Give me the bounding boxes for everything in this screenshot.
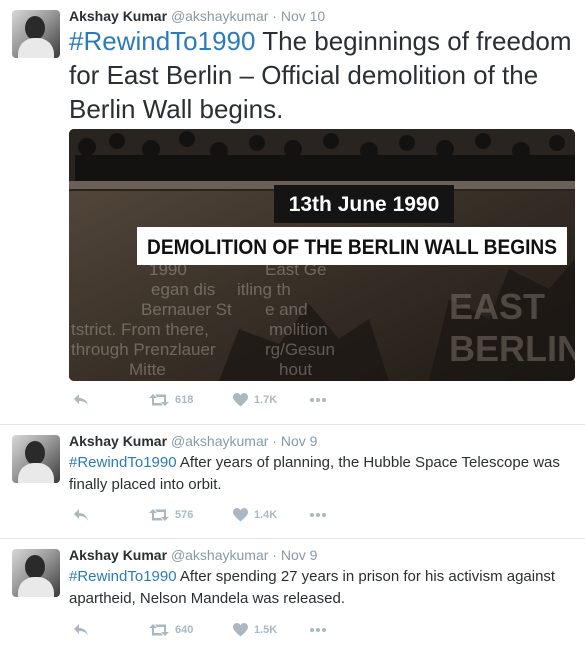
overlay-big-text: EAST xyxy=(449,286,545,327)
overlay-text: itling th xyxy=(237,280,291,299)
tweet-date[interactable]: · Nov 9 xyxy=(272,547,317,563)
berlin-wall-photo: 1990 East Ge egan dis itling th Bernauer… xyxy=(69,129,575,381)
overlay-text: e and xyxy=(265,300,308,319)
like-count: 1.7K xyxy=(254,394,278,406)
tweet-header: Akshay Kumar @akshaykumar · Nov 9 xyxy=(69,547,317,563)
like-count: 1.5K xyxy=(254,624,278,636)
more-button[interactable] xyxy=(309,393,327,407)
hashtag-link[interactable]: #RewindTo1990 xyxy=(69,454,177,471)
overlay-text: egan dis xyxy=(151,280,215,299)
retweet-count: 640 xyxy=(175,624,194,636)
more-icon xyxy=(310,398,326,402)
avatar[interactable] xyxy=(12,435,60,483)
hashtag-link[interactable]: #RewindTo1990 xyxy=(69,568,177,585)
tweet[interactable]: Akshay Kumar @akshaykumar · Nov 9 #Rewin… xyxy=(0,539,585,646)
heart-icon xyxy=(233,393,248,407)
tweet-header: Akshay Kumar @akshaykumar · Nov 9 xyxy=(69,433,317,449)
more-icon xyxy=(310,513,326,517)
tweet[interactable]: Akshay Kumar @akshaykumar · Nov 10 #Rewi… xyxy=(0,0,585,424)
tweet-date[interactable]: · Nov 10 xyxy=(272,8,325,24)
avatar[interactable] xyxy=(12,549,60,597)
overlay-text: Bernauer St xyxy=(141,300,232,319)
reply-icon xyxy=(74,394,88,406)
user-name[interactable]: Akshay Kumar xyxy=(69,433,167,449)
tweet-text: #RewindTo1990 After spending 27 years in… xyxy=(69,566,574,610)
avatar[interactable] xyxy=(12,10,60,58)
like-button[interactable]: 1.5K xyxy=(233,623,277,637)
tweet-image[interactable]: 1990 East Ge egan dis itling th Bernauer… xyxy=(69,129,575,381)
reply-button[interactable] xyxy=(73,508,89,522)
user-name[interactable]: Akshay Kumar xyxy=(69,8,167,24)
image-headline: DEMOLITION OF THE BERLIN WALL BEGINS xyxy=(147,236,557,259)
more-button[interactable] xyxy=(309,623,327,637)
overlay-text: hout xyxy=(279,360,312,379)
retweet-icon xyxy=(149,624,169,636)
more-button[interactable] xyxy=(309,508,327,522)
heart-icon xyxy=(233,623,248,637)
overlay-text: through Prenzlauer xyxy=(71,340,216,359)
image-date-caption: 13th June 1990 xyxy=(289,193,440,216)
tweet-header: Akshay Kumar @akshaykumar · Nov 10 xyxy=(69,8,325,24)
heart-icon xyxy=(233,508,248,522)
retweet-icon xyxy=(149,509,169,521)
retweet-button[interactable]: 640 xyxy=(149,623,193,637)
reply-button[interactable] xyxy=(73,393,89,407)
overlay-text: tstrict. From there, xyxy=(71,320,209,339)
reply-button[interactable] xyxy=(73,623,89,637)
overlay-text: rg/Gesun xyxy=(265,340,335,359)
tweet-text: #RewindTo1990 The beginnings of freedom … xyxy=(69,24,574,126)
user-name[interactable]: Akshay Kumar xyxy=(69,547,167,563)
retweet-icon xyxy=(149,394,169,406)
like-count: 1.4K xyxy=(254,509,278,521)
overlay-text: molition xyxy=(269,320,328,339)
more-icon xyxy=(310,628,326,632)
user-handle[interactable]: @akshaykumar xyxy=(171,433,268,449)
retweet-count: 618 xyxy=(175,394,194,406)
like-button[interactable]: 1.7K xyxy=(233,393,277,407)
hashtag-link[interactable]: #RewindTo1990 xyxy=(69,26,255,56)
retweet-button[interactable]: 618 xyxy=(149,393,193,407)
tweet-date[interactable]: · Nov 9 xyxy=(272,433,317,449)
retweet-button[interactable]: 576 xyxy=(149,508,193,522)
user-handle[interactable]: @akshaykumar xyxy=(171,547,268,563)
user-handle[interactable]: @akshaykumar xyxy=(171,8,268,24)
retweet-count: 576 xyxy=(175,509,194,521)
overlay-big-text: BERLIN xyxy=(449,328,575,369)
overlay-text: Mitte xyxy=(129,360,166,379)
reply-icon xyxy=(74,509,88,521)
reply-icon xyxy=(74,624,88,636)
like-button[interactable]: 1.4K xyxy=(233,508,277,522)
tweet-text: #RewindTo1990 After years of planning, t… xyxy=(69,452,574,496)
tweet[interactable]: Akshay Kumar @akshaykumar · Nov 9 #Rewin… xyxy=(0,425,585,538)
